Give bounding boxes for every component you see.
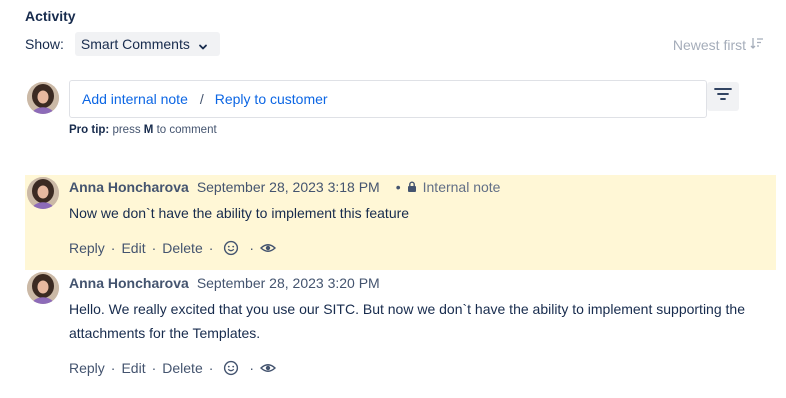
chevron-down-icon — [198, 39, 208, 50]
comment-item: Anna Honcharova September 28, 2023 3:20 … — [25, 271, 776, 391]
filter-icon — [714, 87, 732, 106]
comment-body: Now we don`t have the ability to impleme… — [69, 205, 410, 221]
action-separator: · — [249, 360, 255, 376]
action-separator: · — [208, 240, 214, 256]
comment-author[interactable]: Anna Honcharova — [69, 275, 189, 291]
eye-icon[interactable] — [260, 240, 277, 256]
comment-header: Anna Honcharova September 28, 2023 3:20 … — [69, 275, 380, 291]
pro-tip-text-after: to comment — [156, 124, 217, 136]
action-separator: · — [249, 240, 255, 256]
emoji-reaction-icon[interactable] — [223, 240, 239, 256]
show-label: Show: — [25, 36, 64, 52]
comment-actions: Reply · Edit · Delete · · — [69, 240, 277, 256]
comment-body: Hello. We really excited that you use ou… — [69, 301, 745, 341]
author-avatar — [27, 272, 59, 304]
edit-button[interactable]: Edit — [121, 240, 145, 256]
add-internal-note-link[interactable]: Add internal note — [82, 91, 188, 107]
action-separator: · — [110, 360, 116, 376]
delete-button[interactable]: Delete — [162, 240, 202, 256]
author-avatar — [27, 177, 59, 209]
pro-tip-text-before: press — [112, 124, 141, 136]
reply-button[interactable]: Reply — [69, 240, 105, 256]
pro-tip-prefix: Pro tip: — [69, 124, 110, 136]
comment-type-value: Smart Comments — [80, 36, 190, 52]
composer-separator: / — [199, 91, 204, 107]
pro-tip: Pro tip: press M to comment — [69, 124, 217, 136]
activity-heading: Activity — [25, 8, 76, 24]
edit-button[interactable]: Edit — [121, 360, 145, 376]
comment-timestamp[interactable]: September 28, 2023 3:20 PM — [197, 275, 380, 291]
emoji-reaction-icon[interactable] — [223, 360, 239, 376]
comment-composer[interactable]: Add internal note / Reply to customer — [69, 80, 707, 118]
pro-tip-key: M — [143, 124, 154, 136]
action-separator: · — [208, 360, 214, 376]
lock-icon — [407, 181, 416, 192]
eye-icon[interactable] — [260, 360, 277, 376]
header-dot: • — [395, 179, 401, 195]
current-user-avatar — [27, 82, 59, 114]
comment-item: Anna Honcharova September 28, 2023 3:18 … — [25, 175, 776, 270]
comment-header: Anna Honcharova September 28, 2023 3:18 … — [69, 179, 500, 195]
delete-button[interactable]: Delete — [162, 360, 202, 376]
action-separator: · — [110, 240, 116, 256]
comment-timestamp[interactable]: September 28, 2023 3:18 PM — [197, 179, 380, 195]
sort-order-label: Newest first — [672, 36, 746, 53]
show-filter-row: Show: Smart Comments — [25, 32, 220, 56]
sort-descending-icon — [746, 36, 764, 53]
reply-button[interactable]: Reply — [69, 360, 105, 376]
comment-type-select[interactable]: Smart Comments — [74, 32, 220, 56]
comment-author[interactable]: Anna Honcharova — [69, 179, 189, 195]
reply-to-customer-link[interactable]: Reply to customer — [215, 91, 328, 107]
internal-note-label: Internal note — [422, 179, 501, 195]
action-separator: · — [151, 360, 157, 376]
sort-order-button[interactable]: Newest first — [673, 36, 764, 53]
action-separator: · — [151, 240, 157, 256]
filter-button[interactable] — [707, 82, 739, 111]
internal-note-tag: Internal note — [407, 179, 501, 195]
comment-actions: Reply · Edit · Delete · · — [69, 360, 277, 376]
